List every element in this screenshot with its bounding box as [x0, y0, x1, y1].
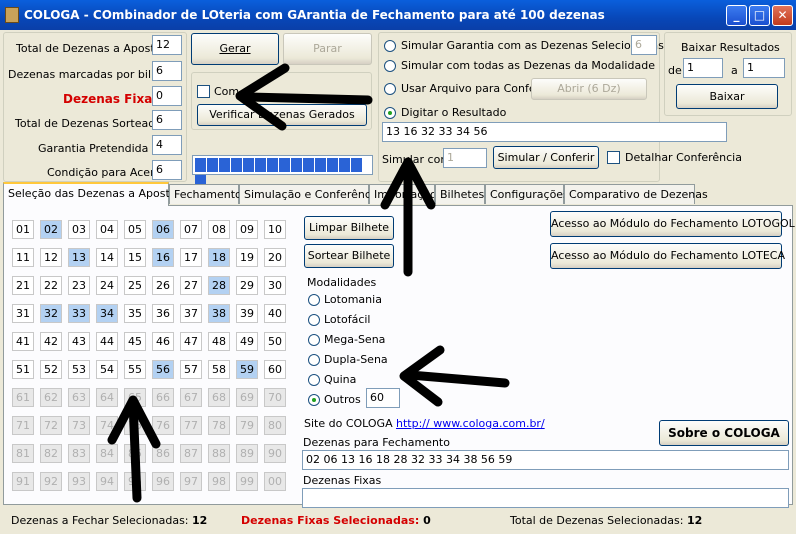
- arrow-up-grid: [128, 398, 142, 503]
- arrow-left-verificar: [243, 92, 373, 105]
- annotation-arrows: [107, 63, 510, 503]
- arrow-left-outros: [405, 370, 510, 388]
